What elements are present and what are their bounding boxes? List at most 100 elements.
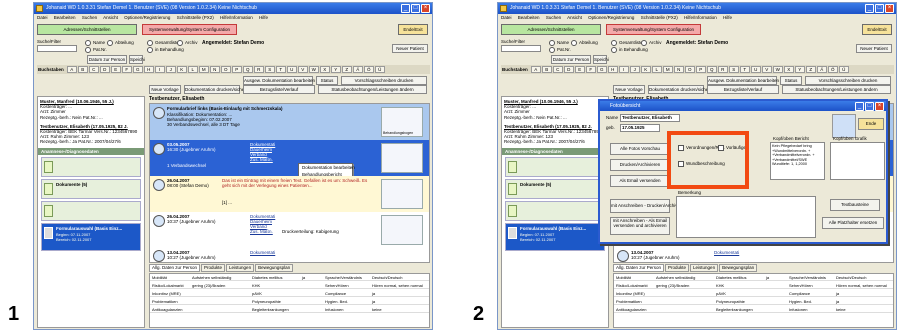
menu-item[interactable]: Hilfe/Information: [220, 15, 253, 20]
remark-field[interactable]: [676, 196, 816, 238]
letter-key[interactable]: Y: [794, 66, 805, 73]
letter-email-button[interactable]: mit Anschreiben - Als Email versenden un…: [610, 217, 670, 235]
radio-gesamt[interactable]: Gesamtliste: [611, 40, 643, 46]
radio-behandlung[interactable]: in Behandlung: [147, 47, 184, 53]
menu-item[interactable]: Datei: [501, 15, 512, 20]
letter-key[interactable]: A: [530, 66, 541, 73]
letter-key[interactable]: F: [121, 66, 132, 73]
tab[interactable]: Allg. Daten zur Person: [613, 264, 665, 272]
thumbnail[interactable]: [381, 179, 423, 209]
menu-item[interactable]: Suchen: [546, 15, 561, 20]
letter-key[interactable]: P: [231, 66, 242, 73]
tab[interactable]: Leistungen: [226, 264, 255, 272]
new-patient-button[interactable]: Neuer Patient: [856, 44, 892, 53]
letter-key[interactable]: R: [253, 66, 264, 73]
list-item[interactable]: [505, 156, 605, 177]
new-template-button[interactable]: Neue Vorlage: [149, 85, 181, 94]
date-person-button[interactable]: Datum zur Person: [551, 55, 591, 64]
radio-name[interactable]: Name: [85, 40, 105, 46]
letter-key[interactable]: O: [220, 66, 231, 73]
menu-item[interactable]: Suchen: [82, 15, 97, 20]
letter-key[interactable]: X: [319, 66, 330, 73]
list-item[interactable]: Dokumente (5): [505, 178, 605, 199]
letter-key[interactable]: Ü: [374, 66, 385, 73]
tab[interactable]: Bewegungsplan: [255, 264, 294, 272]
report-list[interactable]: Kein Pflegebedarf bring +Wundmittelveror…: [770, 142, 825, 180]
letter-key[interactable]: V: [297, 66, 308, 73]
letter-key[interactable]: O: [684, 66, 695, 73]
services-button[interactable]: Statusbeobachtungen/Leistungen ändern: [318, 85, 427, 94]
search-input[interactable]: [501, 45, 541, 52]
letter-key[interactable]: M: [662, 66, 673, 73]
thumbnail[interactable]: [381, 215, 423, 245]
name-field[interactable]: Testbenutzer, Elisabeth: [620, 114, 680, 122]
letter-key[interactable]: J: [629, 66, 640, 73]
radio-gesamt[interactable]: Gesamtliste: [147, 40, 179, 46]
letter-key[interactable]: U: [286, 66, 297, 73]
addresses-button[interactable]: Adressen/Schnittstellen: [37, 24, 137, 35]
letter-key[interactable]: D: [563, 66, 574, 73]
letter-key[interactable]: E: [110, 66, 121, 73]
date-person-button[interactable]: Datum zur Person: [87, 55, 127, 64]
radio-archiv[interactable]: Archiv: [641, 40, 662, 46]
services-button[interactable]: Statusbeobachtungen/Leistungen ändern: [782, 85, 891, 94]
radio-pat[interactable]: Pat.Nr.: [85, 47, 107, 53]
thumbnail[interactable]: [381, 143, 423, 173]
letter-key[interactable]: F: [585, 66, 596, 73]
letter-key[interactable]: U: [750, 66, 761, 73]
sign-icon[interactable]: [832, 114, 856, 138]
minimize-button[interactable]: _: [401, 4, 410, 13]
entry-row[interactable]: 26.04.2007 10:37 (Jugebner Aruhm) Dokume…: [150, 212, 429, 248]
radio-abteilung[interactable]: Abteilung: [107, 40, 134, 46]
print-proposal-button[interactable]: Vorschlagsschreiben drucken: [341, 76, 427, 85]
letter-key[interactable]: G: [132, 66, 143, 73]
menu-item[interactable]: Hilfe/Information: [684, 15, 717, 20]
menu-item[interactable]: Hilfe: [259, 15, 268, 20]
entry-link[interactable]: Zus. Maßn.: [250, 157, 273, 162]
system-config-button[interactable]: Systemverwaltung/System Configuration: [142, 24, 237, 35]
menu-item[interactable]: Hilfe: [723, 15, 732, 20]
maximize-button[interactable]: □: [411, 4, 420, 13]
minimize-button[interactable]: _: [855, 102, 864, 111]
birthdate-field[interactable]: 17.05.1925: [620, 124, 660, 132]
letter-key[interactable]: Q: [706, 66, 717, 73]
letter-key[interactable]: Ä: [352, 66, 363, 73]
letter-key[interactable]: I: [154, 66, 165, 73]
radio-pat[interactable]: Pat.Nr.: [549, 47, 571, 53]
menu-item[interactable]: Optionen/Registrierung: [124, 15, 170, 20]
replace-placeholders-button[interactable]: Alle Platzhalter ersetzen: [822, 217, 884, 229]
letter-key[interactable]: Z: [805, 66, 816, 73]
letter-key[interactable]: E: [574, 66, 585, 73]
entry-row[interactable]: 13.04.2007 10:27 (Jugebner Aruhm) Dokume…: [150, 248, 429, 262]
list-item-selected[interactable]: Formularauswahl (Basis Einz... Beginn: 0…: [505, 222, 605, 251]
radio-name[interactable]: Name: [549, 40, 569, 46]
tab[interactable]: Produkte: [201, 264, 226, 272]
print-docs-button[interactable]: Dokumentation drucken/sichern: [184, 85, 248, 94]
list-item[interactable]: [505, 200, 605, 221]
letter-key[interactable]: V: [761, 66, 772, 73]
letter-key[interactable]: Q: [242, 66, 253, 73]
entry-row[interactable]: Formularbrief links (Basis-Einlaufg mit …: [150, 104, 429, 140]
letter-key[interactable]: J: [165, 66, 176, 73]
radio-behandlung[interactable]: in Behandlung: [611, 47, 648, 53]
system-config-button[interactable]: Systemverwaltung/System Configuration: [606, 24, 701, 35]
save-small-button[interactable]: Speichi: [593, 55, 609, 64]
letter-key[interactable]: N: [673, 66, 684, 73]
minimize-button[interactable]: _: [865, 4, 874, 13]
letter-key[interactable]: B: [541, 66, 552, 73]
history-button[interactable]: Bezugsliste/Verlauf: [707, 85, 779, 94]
new-template-button[interactable]: Neue Vorlage: [613, 85, 645, 94]
patient-card[interactable]: Muster, Manfred (10.06.1946, 55 J.) Kost…: [38, 97, 144, 122]
letter-key[interactable]: Ö: [363, 66, 374, 73]
list-item[interactable]: [41, 156, 141, 177]
menu-item[interactable]: Datei: [37, 15, 48, 20]
letter-key[interactable]: T: [275, 66, 286, 73]
letter-key[interactable]: K: [176, 66, 187, 73]
menu-item[interactable]: Optionen/Registrierung: [588, 15, 634, 20]
close-button[interactable]: ×: [885, 4, 894, 13]
patient-card[interactable]: Testbenutzer, Elisabeth (17.05.1925, 82 …: [38, 122, 144, 147]
radio-abteilung[interactable]: Abteilung: [571, 40, 598, 46]
tab[interactable]: Produkte: [665, 264, 690, 272]
menu-item[interactable]: Bearbeiten: [54, 15, 76, 20]
letter-key[interactable]: C: [88, 66, 99, 73]
